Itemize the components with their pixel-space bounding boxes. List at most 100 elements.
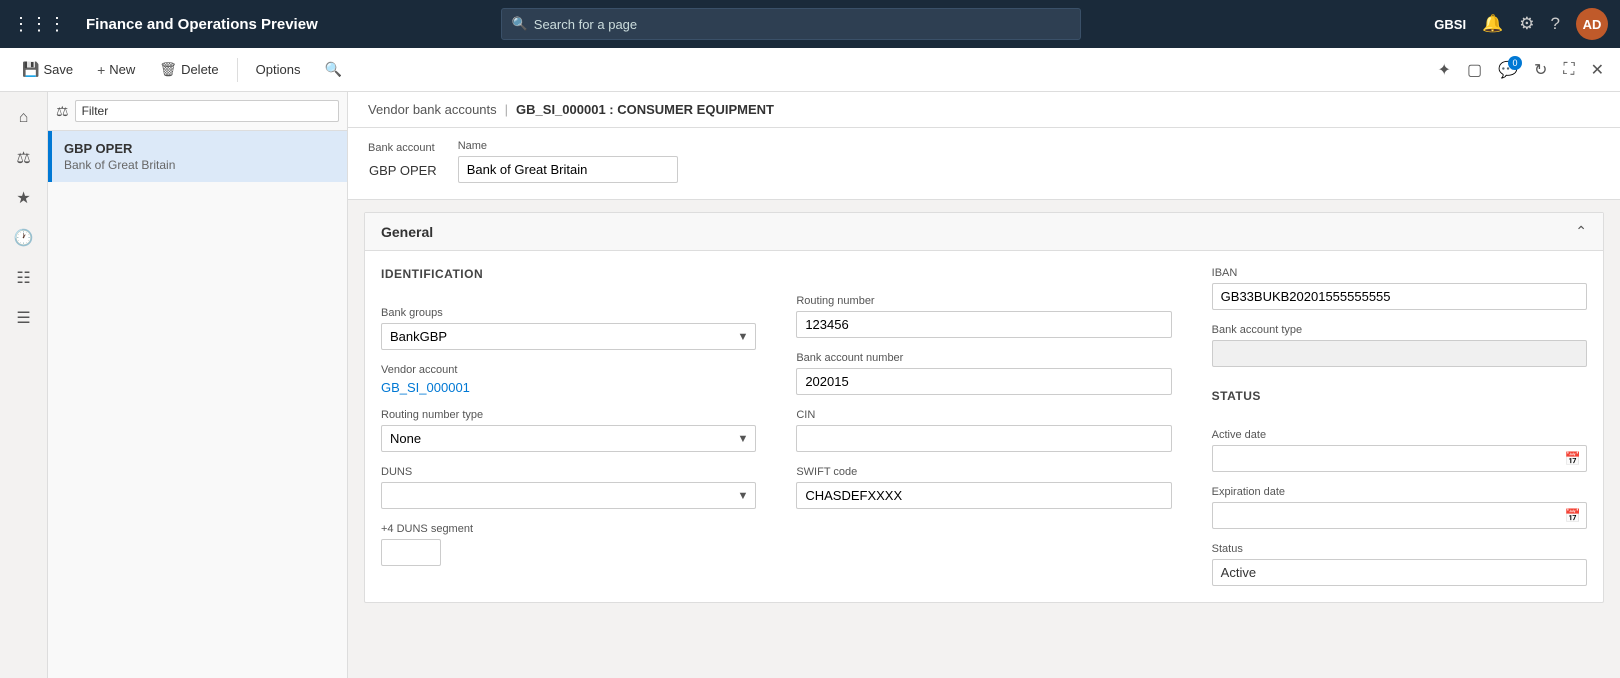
- list-items: GBP OPER Bank of Great Britain: [48, 131, 347, 678]
- plus-icon: +: [97, 62, 105, 78]
- bank-name-input[interactable]: [458, 156, 678, 183]
- chevron-up-icon: ⌃: [1575, 223, 1587, 240]
- duns-select-wrap: ▼: [381, 482, 756, 509]
- iban-label: IBAN: [1212, 267, 1587, 279]
- list-panel-filter: ⚖: [48, 92, 347, 131]
- bank-groups-field: Bank groups BankGBP BankUSD BankEUR ▼: [381, 307, 756, 350]
- iban-input[interactable]: [1212, 283, 1587, 310]
- save-button[interactable]: 💾 Save: [12, 55, 83, 84]
- active-date-wrap: 📅: [1212, 445, 1587, 472]
- filter-input-wrap[interactable]: [75, 100, 339, 122]
- bank-account-number-input[interactable]: [796, 368, 1171, 395]
- routing-type-select-wrap: None ABA BSB ▼: [381, 425, 756, 452]
- routing-type-select[interactable]: None ABA BSB: [381, 425, 756, 452]
- duns-segment-label: +4 DUNS segment: [381, 523, 756, 535]
- vendor-account-link[interactable]: GB_SI_000001: [381, 380, 756, 395]
- bank-name-label: Name: [458, 140, 678, 152]
- routing-number-field: Routing number: [796, 295, 1171, 338]
- list-view-button[interactable]: ☰: [6, 300, 42, 336]
- sidebar-icons: ⌂ ⚖ ★ 🕐 ☷ ☰: [0, 92, 48, 678]
- search-icon: 🔍: [512, 16, 528, 32]
- open-in-button[interactable]: ▢: [1463, 56, 1486, 84]
- section-body: IDENTIFICATION Bank groups BankGBP BankU…: [365, 251, 1603, 602]
- toolbar-separator: [237, 58, 238, 82]
- refresh-button[interactable]: ↻: [1530, 56, 1551, 84]
- bank-account-type-input[interactable]: [1212, 340, 1587, 367]
- expiration-date-field: Expiration date 📅: [1212, 486, 1587, 529]
- active-date-field: Active date 📅: [1212, 429, 1587, 472]
- duns-segment-input[interactable]: [381, 539, 441, 566]
- notification-button[interactable]: 💬 0: [1494, 56, 1522, 84]
- filter-input[interactable]: [82, 104, 332, 118]
- general-section: General ⌃ IDENTIFICATION Bank groups Ban…: [364, 212, 1604, 603]
- expand-button[interactable]: ⛶: [1559, 57, 1578, 83]
- routing-type-field: Routing number type None ABA BSB ▼: [381, 409, 756, 452]
- help-icon[interactable]: ?: [1551, 14, 1560, 34]
- save-icon: 💾: [22, 61, 39, 78]
- breadcrumb-current: GB_SI_000001 : CONSUMER EQUIPMENT: [516, 102, 774, 117]
- cin-input[interactable]: [796, 425, 1171, 452]
- bank-account-label: Bank account: [368, 142, 438, 154]
- duns-select[interactable]: [381, 482, 756, 509]
- bank-groups-select-wrap: BankGBP BankUSD BankEUR ▼: [381, 323, 756, 350]
- bank-account-number-field: Bank account number: [796, 352, 1171, 395]
- expiration-date-input[interactable]: [1212, 502, 1587, 529]
- bank-name-field-group: Name: [458, 140, 678, 183]
- avatar[interactable]: AD: [1576, 8, 1608, 40]
- bank-groups-select[interactable]: BankGBP BankUSD BankEUR: [381, 323, 756, 350]
- home-button[interactable]: ⌂: [6, 100, 42, 136]
- vendor-account-field: Vendor account GB_SI_000001: [381, 364, 756, 395]
- duns-segment-field: +4 DUNS segment: [381, 523, 756, 566]
- item-title: GBP OPER: [64, 141, 335, 156]
- swift-code-input[interactable]: [796, 482, 1171, 509]
- bank-account-type-label: Bank account type: [1212, 324, 1587, 336]
- top-nav: ⋮⋮⋮ Finance and Operations Preview 🔍 GBS…: [0, 0, 1620, 48]
- cin-label: CIN: [796, 409, 1171, 421]
- right-col: IBAN Bank account type STATUS Active dat…: [1212, 267, 1587, 586]
- top-nav-right: GBSI 🔔 ⚙ ? AD: [1434, 8, 1608, 40]
- search-input[interactable]: [534, 17, 1070, 32]
- list-item[interactable]: GBP OPER Bank of Great Britain: [48, 131, 347, 182]
- swift-code-field: SWIFT code: [796, 466, 1171, 509]
- section-header[interactable]: General ⌃: [365, 213, 1603, 251]
- app-title: Finance and Operations Preview: [86, 16, 318, 33]
- close-button[interactable]: ✕: [1587, 56, 1608, 84]
- item-subtitle: Bank of Great Britain: [64, 158, 335, 172]
- bank-groups-label: Bank groups: [381, 307, 756, 319]
- active-date-label: Active date: [1212, 429, 1587, 441]
- main-layout: ⌂ ⚖ ★ 🕐 ☷ ☰ ⚖ GBP OPER Bank of Great Bri…: [0, 92, 1620, 678]
- middle-col: Routing number Bank account number CIN: [796, 267, 1171, 586]
- search-page-button[interactable]: 🔍: [314, 55, 351, 84]
- breadcrumb-parent[interactable]: Vendor bank accounts: [368, 102, 497, 117]
- duns-field: DUNS ▼: [381, 466, 756, 509]
- new-button[interactable]: + New: [87, 56, 145, 84]
- bank-account-number-label: Bank account number: [796, 352, 1171, 364]
- cin-field: CIN: [796, 409, 1171, 452]
- form-grid: IDENTIFICATION Bank groups BankGBP BankU…: [381, 267, 1587, 586]
- routing-type-label: Routing number type: [381, 409, 756, 421]
- expiration-date-label: Expiration date: [1212, 486, 1587, 498]
- recent-button[interactable]: 🕐: [6, 220, 42, 256]
- bank-account-value: GBP OPER: [368, 158, 438, 183]
- filter-sidebar-button[interactable]: ⚖: [6, 140, 42, 176]
- active-date-input[interactable]: [1212, 445, 1587, 472]
- options-button[interactable]: Options: [246, 56, 311, 83]
- user-code: GBSI: [1434, 17, 1466, 32]
- breadcrumb-separator: |: [505, 102, 508, 117]
- iban-field: IBAN: [1212, 267, 1587, 310]
- detail-header: Bank account GBP OPER Name: [348, 128, 1620, 200]
- expiration-date-wrap: 📅: [1212, 502, 1587, 529]
- bank-account-type-field: Bank account type: [1212, 324, 1587, 367]
- workspaces-button[interactable]: ☷: [6, 260, 42, 296]
- favorites-button[interactable]: ★: [6, 180, 42, 216]
- delete-button[interactable]: 🗑 Delete: [149, 55, 228, 84]
- bell-icon[interactable]: 🔔: [1482, 14, 1503, 34]
- routing-number-input[interactable]: [796, 311, 1171, 338]
- settings-icon[interactable]: ⚙: [1519, 14, 1534, 34]
- personalize-button[interactable]: ✦: [1434, 56, 1455, 84]
- section-title: General: [381, 224, 433, 240]
- toolbar-right: ✦ ▢ 💬 0 ↻ ⛶ ✕: [1434, 56, 1608, 84]
- search-bar[interactable]: 🔍: [501, 8, 1081, 40]
- grid-icon[interactable]: ⋮⋮⋮: [12, 14, 66, 35]
- routing-number-label: Routing number: [796, 295, 1171, 307]
